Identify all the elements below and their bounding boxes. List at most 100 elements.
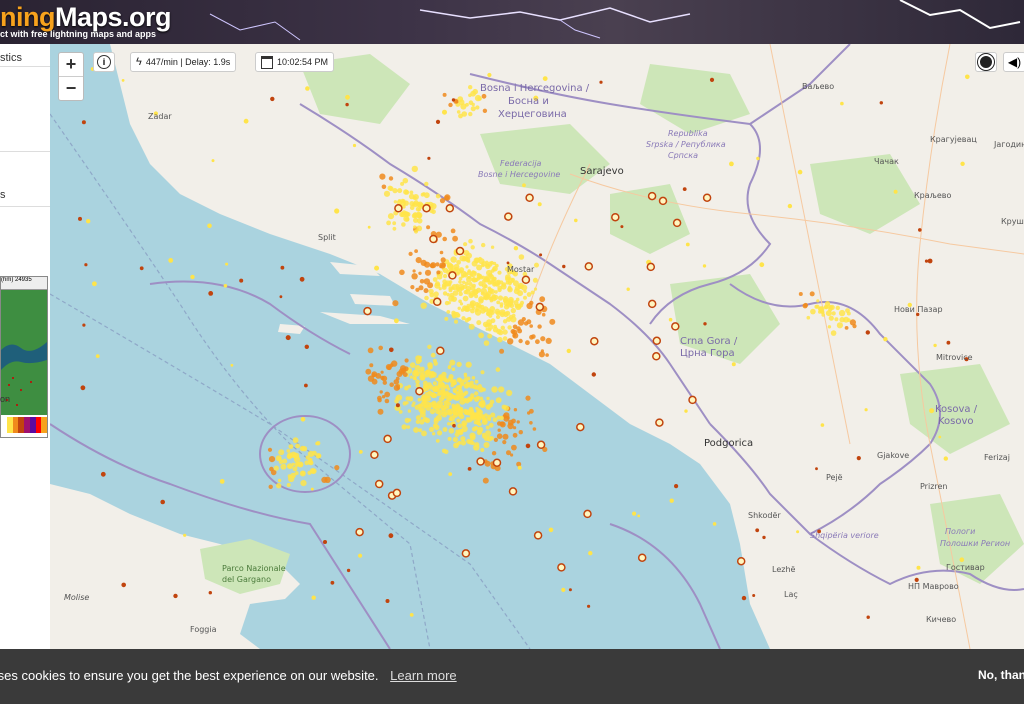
lightning-strike-ring xyxy=(652,336,662,346)
lightning-strike xyxy=(450,383,455,388)
lightning-strike xyxy=(471,277,477,283)
lightning-strike xyxy=(412,269,416,273)
lightning-strike xyxy=(482,108,488,114)
lightning-strike xyxy=(591,372,596,377)
lightning-strike xyxy=(436,270,441,275)
lightning-strike-ring xyxy=(536,440,546,450)
lightning-strike xyxy=(449,415,456,421)
mini-map-widget[interactable]: (hm) 24935 xyxy=(0,276,48,438)
lightning-strike xyxy=(487,280,493,285)
lightning-strike xyxy=(420,302,427,309)
lightning-strike xyxy=(412,376,417,381)
map-label-bih-cyr1: Босна и xyxy=(508,96,549,107)
lightning-strike xyxy=(471,376,476,380)
lightning-strike xyxy=(712,522,717,526)
lightning-strike xyxy=(82,323,86,327)
learn-more-link[interactable]: Learn more xyxy=(390,668,456,683)
lightning-strike xyxy=(474,442,480,448)
lightning-strike xyxy=(392,226,397,231)
lightning-strike-ring xyxy=(533,531,543,540)
lightning-strike xyxy=(219,479,225,484)
map-label-shkoder: Shkodër xyxy=(748,511,781,520)
lightning-strike xyxy=(304,383,308,388)
lightning-strike xyxy=(468,323,475,330)
lightning-strike xyxy=(729,161,734,167)
mini-map-select[interactable]: (hm) 24935 xyxy=(1,277,47,290)
lightning-strike xyxy=(299,276,305,282)
zoom-in-button[interactable]: + xyxy=(59,53,83,76)
map-label-krusevac: Круше xyxy=(1001,217,1024,226)
lightning-strike xyxy=(488,422,494,428)
lightning-strike xyxy=(489,296,494,301)
lightning-strike-ring xyxy=(383,434,392,444)
lightning-strike xyxy=(467,259,471,263)
lightning-strike xyxy=(498,386,505,393)
map-label-bih: Bosna i Hercegovina / xyxy=(480,83,590,94)
lightning-strike xyxy=(485,263,491,270)
lightning-strike xyxy=(95,354,100,358)
lightning-strike xyxy=(495,397,502,404)
lightning-strike xyxy=(415,383,420,388)
lightning-strike xyxy=(447,401,452,406)
lightning-strike xyxy=(492,261,497,266)
locate-button[interactable] xyxy=(975,52,997,72)
lightning-strike xyxy=(489,399,495,405)
lightning-strike xyxy=(545,337,552,344)
lightning-strike xyxy=(425,404,432,411)
clock-indicator[interactable]: 10:02:54 PM xyxy=(255,52,335,72)
lightning-strike xyxy=(445,390,449,394)
lightning-strike xyxy=(420,366,425,372)
zoom-out-button[interactable]: − xyxy=(59,76,83,100)
lightning-strike xyxy=(416,213,422,219)
lightning-strike xyxy=(309,468,316,474)
lightning-strike xyxy=(414,365,421,371)
lightning-strike xyxy=(468,383,475,389)
lightning-strike xyxy=(268,456,276,463)
lightning-strike xyxy=(491,451,497,456)
lightning-strike xyxy=(310,487,314,491)
cookie-dismiss-button[interactable]: No, thanks xyxy=(978,668,1024,682)
lightning-strike xyxy=(511,313,516,318)
lightning-strike xyxy=(387,213,395,220)
lightning-strike xyxy=(460,308,465,312)
info-button[interactable]: i xyxy=(93,52,115,72)
lightning-strike xyxy=(460,436,466,442)
lightning-strike xyxy=(345,102,349,107)
site-header: ningMaps.org ct with free lightning maps… xyxy=(0,0,1024,44)
lightning-strike xyxy=(464,281,469,286)
lightning-strike xyxy=(454,311,460,318)
sound-button[interactable]: ◀) xyxy=(1003,52,1024,72)
lightning-strike xyxy=(513,288,520,295)
lightning-strike xyxy=(493,437,498,442)
lightning-strike xyxy=(418,358,422,363)
lightning-strike xyxy=(418,271,422,275)
map-canvas[interactable]: Bosna i Hercegovina / Босна и Херцеговин… xyxy=(50,44,1024,649)
lightning-strike xyxy=(497,336,503,343)
lightning-strike xyxy=(346,568,351,573)
map-label-zadar: Zadar xyxy=(148,112,172,121)
lightning-strike xyxy=(417,403,424,409)
lightning-strike xyxy=(405,212,411,217)
lightning-strike xyxy=(703,322,707,326)
lightning-strike xyxy=(468,238,473,244)
lightning-strike xyxy=(480,370,485,375)
lightning-strike xyxy=(497,270,502,275)
lightning-strike xyxy=(476,415,482,421)
lightning-strike xyxy=(441,448,447,454)
lightning-strike xyxy=(483,340,490,346)
sidebar-item-2[interactable]: s xyxy=(0,189,6,201)
lightning-strike xyxy=(815,467,818,471)
lightning-strike xyxy=(532,277,538,283)
lightning-strike xyxy=(411,165,418,173)
lightning-strike xyxy=(489,436,494,441)
lightning-strike xyxy=(883,337,888,342)
lightning-strike xyxy=(518,338,523,344)
lightning-strike xyxy=(401,424,407,430)
lightning-strike-ring xyxy=(392,488,402,498)
lightning-strike xyxy=(395,376,400,381)
sidebar-item-statistics[interactable]: stics xyxy=(0,52,22,64)
lightning-map[interactable]: Bosna i Hercegovina / Босна и Херцеговин… xyxy=(50,44,1024,649)
lightning-strike xyxy=(275,455,282,462)
lightning-strike xyxy=(427,156,431,160)
map-label-novi-pazar: Нови Пазар xyxy=(894,305,943,314)
